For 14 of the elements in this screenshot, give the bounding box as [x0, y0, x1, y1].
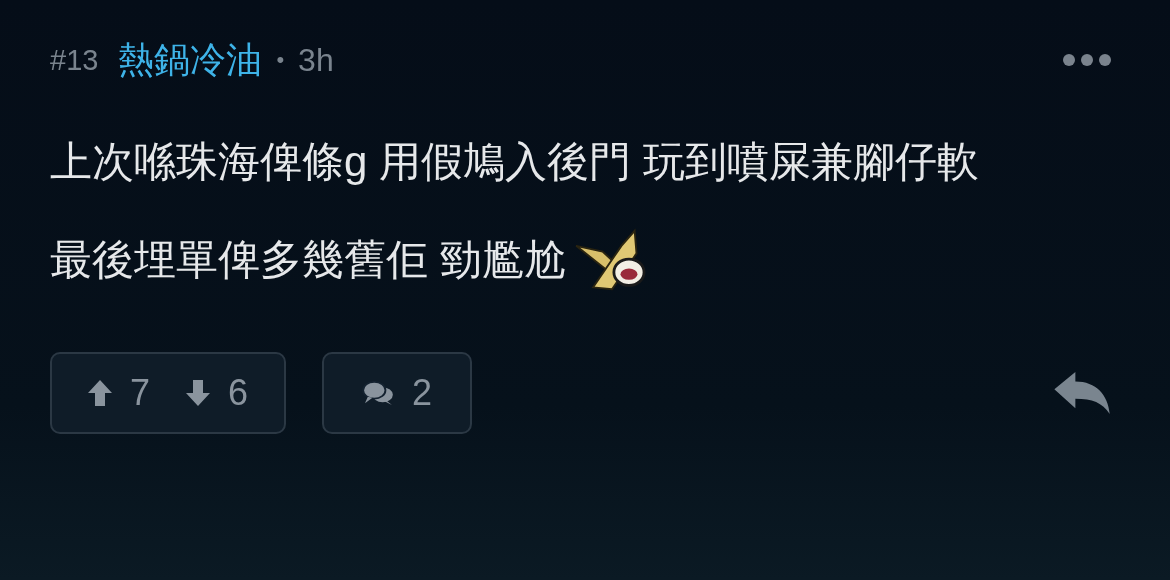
arrow-down-icon	[186, 379, 211, 407]
separator-dot: •	[276, 47, 285, 73]
post-number: #13	[50, 43, 99, 77]
author-name[interactable]: 熱鍋冷油	[118, 35, 263, 85]
arrow-up-icon	[88, 379, 112, 407]
downvote-button[interactable]: 6	[178, 372, 257, 414]
more-icon[interactable]	[1062, 53, 1112, 67]
post-time: 3h	[298, 41, 334, 79]
reply-icon[interactable]	[1054, 372, 1112, 414]
comments-button[interactable]: 2	[322, 352, 473, 434]
post-text: 上次喺珠海俾條g 用假鳩入後門 玩到噴屎兼腳仔軟	[50, 137, 979, 187]
upvote-button[interactable]: 7	[80, 372, 159, 414]
comments-icon	[362, 380, 395, 406]
post-text: 最後埋單俾多幾舊佢 勁尷尬	[50, 235, 566, 285]
